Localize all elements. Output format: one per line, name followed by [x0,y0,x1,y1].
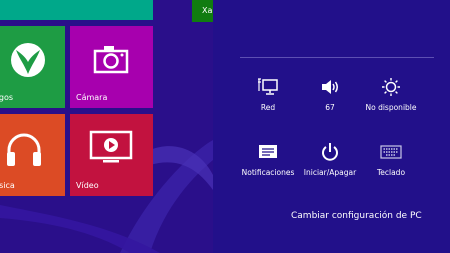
keyboard-icon [380,145,402,159]
tile-camera-label: Cámara [76,93,108,102]
tile-music-label: úsica [0,181,15,190]
tile-games-label: egos [0,93,14,102]
tile-camera[interactable]: Cámara [70,26,153,108]
tile-green-small-label: Xa [202,6,213,15]
keyboard-label: Teclado [376,168,406,177]
pane-divider [240,57,434,58]
xbox-icon [11,43,45,77]
notifications-setting[interactable]: Notificaciones [233,142,303,177]
tile-green-small[interactable]: Xa [192,0,213,22]
network-label: Red [260,103,276,112]
start-screen: Xa egos Cámara úsica Víde [0,0,213,253]
volume-setting[interactable]: 67 [295,77,365,112]
notifications-icon [259,145,277,158]
video-icon [89,130,133,163]
keyboard-setting[interactable]: Teclado [356,142,426,177]
tile-video[interactable]: Vídeo [70,114,153,196]
tile-games[interactable]: egos [0,26,65,108]
power-icon [322,143,338,161]
network-setting[interactable]: Red [233,77,303,112]
tile-video-label: Vídeo [76,181,99,190]
notifications-label: Notificaciones [241,168,295,177]
brightness-icon [382,78,400,96]
brightness-label: No disponible [365,103,417,112]
headphones-icon [7,133,41,166]
change-pc-settings-link[interactable]: Cambiar configuración de PC [291,211,422,221]
camera-icon [93,46,129,74]
tile-top[interactable] [0,0,153,20]
settings-pane: Red 67 No disponible Notificaciones Inic… [213,0,450,253]
volume-label: 67 [325,103,335,112]
power-setting[interactable]: Iniciar/Apagar [295,142,365,177]
brightness-setting[interactable]: No disponible [356,77,426,112]
network-icon [258,78,278,95]
speaker-icon [322,80,338,94]
power-label: Iniciar/Apagar [303,168,357,177]
tile-music[interactable]: úsica [0,114,65,196]
